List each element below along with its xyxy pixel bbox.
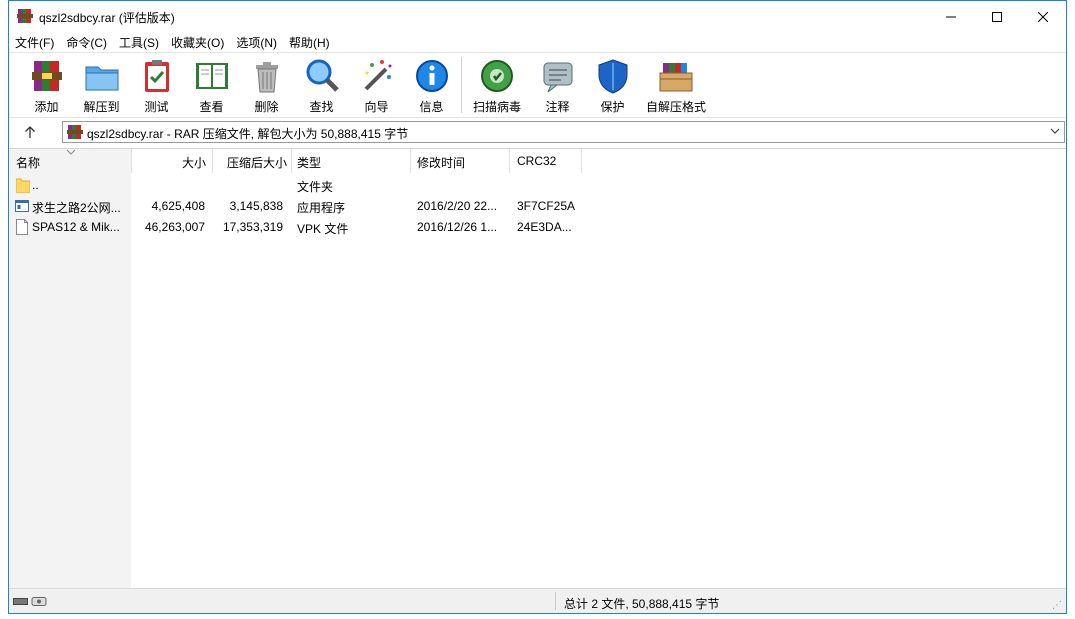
comment-button[interactable]: 注释 <box>530 53 585 115</box>
comment-icon <box>543 62 572 93</box>
protect-button[interactable]: 保护 <box>585 53 640 115</box>
status-bar: 总计 2 文件, 50,888,415 字节 ⋰ <box>9 588 1066 613</box>
file-icon <box>16 219 28 235</box>
column-header-packed[interactable]: 压缩后大小 <box>213 149 291 173</box>
toolbar: 添加 解压到 测试 查看 删除 查找 向导 信息 扫描病毒 注释 保护 自解压格… <box>9 52 1066 118</box>
drive-status-icon <box>13 597 47 606</box>
menu-favorites[interactable]: 收藏夹(O) <box>165 32 230 52</box>
test-label: 测试 <box>144 100 169 114</box>
sfx-box-icon <box>659 63 693 92</box>
column-header-crc[interactable]: CRC32 <box>510 149 581 173</box>
window-title: qszl2sdbcy.rar (评估版本) <box>39 11 175 25</box>
menu-tools[interactable]: 工具(S) <box>113 32 165 52</box>
file-row-exe[interactable]: 求生之路2公网... 4,625,408 3,145,838 应用程序 2016… <box>9 196 609 217</box>
scan-virus-label: 扫描病毒 <box>472 100 521 114</box>
trash-icon <box>255 62 278 93</box>
add-button[interactable]: 添加 <box>19 53 74 115</box>
exe-icon <box>15 200 29 212</box>
comment-label: 注释 <box>545 100 570 114</box>
close-icon <box>1038 11 1048 22</box>
extract-to-label: 解压到 <box>83 100 120 114</box>
delete-button[interactable]: 删除 <box>239 53 294 115</box>
sfx-label: 自解压格式 <box>645 100 706 114</box>
wizard-button[interactable]: 向导 <box>349 53 404 115</box>
find-label: 查找 <box>309 100 334 114</box>
arrow-up-icon <box>25 126 35 138</box>
view-book-icon <box>195 63 228 89</box>
column-header-modified[interactable]: 修改时间 <box>411 149 509 173</box>
path-combobox[interactable]: qszl2sdbcy.rar - RAR 压缩文件, 解包大小为 50,888,… <box>62 121 1065 143</box>
menu-file[interactable]: 文件(F) <box>9 32 60 52</box>
winrar-app-icon <box>17 9 33 23</box>
resize-grip-icon[interactable]: ⋰ <box>1052 600 1062 611</box>
menu-commands[interactable]: 命令(C) <box>60 32 113 52</box>
winrar-window: qszl2sdbcy.rar (评估版本) 文件(F) 命令(C) 工具(S) … <box>8 0 1067 614</box>
view-button[interactable]: 查看 <box>184 53 239 115</box>
magnifier-icon <box>306 59 339 92</box>
address-bar: qszl2sdbcy.rar - RAR 压缩文件, 解包大小为 50,888,… <box>9 117 1066 147</box>
toolbar-separator <box>461 57 462 113</box>
chevron-down-icon[interactable] <box>1050 125 1060 137</box>
menu-options[interactable]: 选项(N) <box>230 32 283 52</box>
status-summary: 总计 2 文件, 50,888,415 字节 <box>564 597 720 611</box>
folder-icon <box>16 178 30 193</box>
minimize-icon <box>946 16 956 17</box>
info-icon <box>415 60 448 92</box>
column-header-name[interactable]: 名称 <box>9 149 131 173</box>
rar-archive-icon <box>67 125 83 139</box>
file-row-vpk[interactable]: SPAS12 & Mik... 46,263,007 17,353,319 VP… <box>9 217 609 238</box>
delete-label: 删除 <box>254 100 279 114</box>
extract-folder-icon <box>85 66 118 91</box>
column-header-size[interactable]: 大小 <box>132 149 212 173</box>
path-text: qszl2sdbcy.rar - RAR 压缩文件, 解包大小为 50,888,… <box>87 127 409 141</box>
find-button[interactable]: 查找 <box>294 53 349 115</box>
file-row-parent[interactable]: .. 文件夹 <box>9 175 609 196</box>
extract-to-button[interactable]: 解压到 <box>74 53 129 115</box>
scan-virus-button[interactable]: 扫描病毒 <box>464 53 530 115</box>
add-archive-icon <box>31 61 62 91</box>
title-bar: qszl2sdbcy.rar (评估版本) <box>9 1 1066 32</box>
test-clipboard-icon <box>144 60 169 92</box>
sfx-button[interactable]: 自解压格式 <box>640 53 712 115</box>
info-button[interactable]: 信息 <box>404 53 459 115</box>
close-button[interactable] <box>1020 1 1066 32</box>
maximize-button[interactable] <box>974 1 1020 32</box>
wizard-label: 向导 <box>364 100 389 114</box>
view-label: 查看 <box>199 100 224 114</box>
minimize-button[interactable] <box>928 1 974 32</box>
column-header-type[interactable]: 类型 <box>292 149 410 173</box>
add-label: 添加 <box>34 100 59 114</box>
up-folder-button[interactable] <box>17 121 43 143</box>
test-button[interactable]: 测试 <box>129 53 184 115</box>
protect-label: 保护 <box>600 100 625 114</box>
shield-icon <box>598 59 627 94</box>
info-label: 信息 <box>419 100 444 114</box>
magic-wand-icon <box>364 60 391 91</box>
virus-scan-icon <box>481 60 513 92</box>
menu-help[interactable]: 帮助(H) <box>283 32 336 52</box>
file-list[interactable]: 名称 大小 压缩后大小 类型 修改时间 CRC32 .. 文件夹 求生之路2公网… <box>9 148 1066 589</box>
maximize-icon <box>992 11 1002 22</box>
sort-desc-icon <box>66 149 76 155</box>
menu-bar: 文件(F) 命令(C) 工具(S) 收藏夹(O) 选项(N) 帮助(H) <box>9 32 1066 52</box>
